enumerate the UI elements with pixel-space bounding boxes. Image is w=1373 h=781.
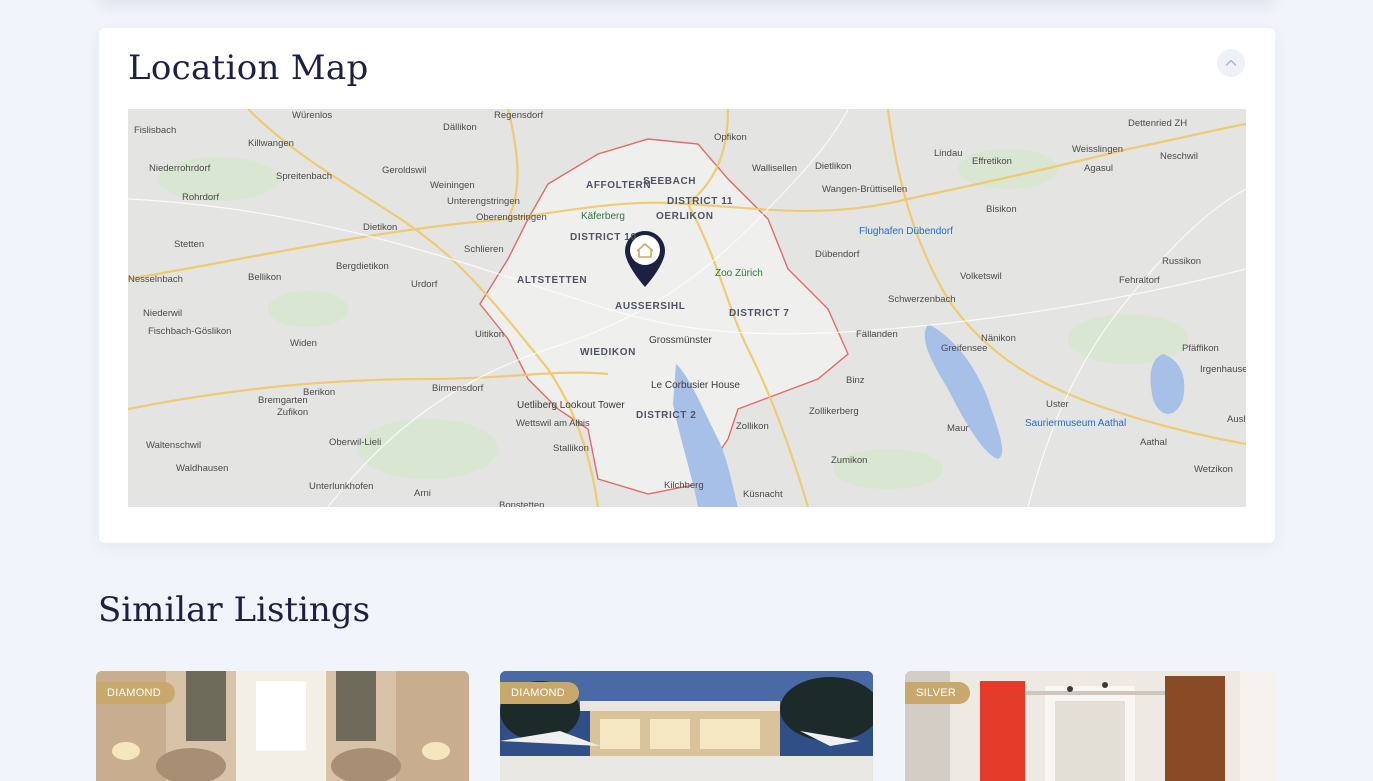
map-place-label: Dietlikon [815,161,852,172]
map-place-label: Waltenschwil [146,440,202,451]
listing-card[interactable]: SILVER [905,671,1278,781]
map-place-label: Uetliberg Lookout Tower [517,400,625,411]
location-map-card: Location Map Würenlos Regensdorf Dälliko… [99,28,1275,543]
map-place-label: Fehraltorf [1119,275,1160,286]
map-place-label: Weiningen [430,180,475,191]
map-place-label: Küsnacht [743,489,783,500]
map-place-label: Oberengstringen [476,212,547,223]
map-place-label: Zollikerberg [809,406,859,417]
map-place-label: Wettswil am Albis [516,418,590,429]
map-place-label: Regensdorf [494,110,544,121]
map-place-label: Lindau [934,148,963,159]
listing-card[interactable]: DIAMOND [500,671,873,781]
map-place-label: Arni [414,488,431,499]
map-place-label: Altstetten [517,275,588,286]
map-place-label: Agasul [1084,163,1114,174]
map-place-label: Niederrohrdorf [149,163,211,174]
map-place-label: Opfikon [714,132,747,143]
map-place-label: Bisikon [986,204,1017,215]
map-place-label: Uster [1046,399,1069,410]
map-place-label: Dettenried ZH [1128,118,1188,129]
map-place-label: District 11 [667,196,734,207]
map-place-label: Le Corbusier House [651,380,740,391]
map-place-label: Wallisellen [752,163,798,174]
map-place-label: Effretikon [972,156,1012,167]
map-place-label: Flughafen Dübendorf [859,226,953,237]
map-place-label: Aussersihl [615,301,686,312]
map-place-label: Berikon [303,387,336,398]
map-place-label: Greifensee [941,343,988,354]
map-place-label: Rohrdorf [182,192,219,203]
map-place-label: Wetzikon [1194,464,1233,475]
map-place-label: Oberwil-Lieli [329,437,382,448]
listing-card[interactable]: DIAMOND [96,671,469,781]
map-place-label: Schwerzenbach [888,294,956,305]
map-place-label: Bellikon [248,272,282,283]
map-place-label: Zumikon [831,455,868,466]
map-place-label: Kilchberg [664,480,704,491]
map-place-label: Killwangen [248,138,294,149]
map-place-label: District 2 [636,410,697,421]
map-place-label: Birmensdorf [432,383,484,394]
map-place-label: Stetten [174,239,205,250]
map-place-label: Pfäffikon [1182,343,1219,354]
map-place-label: Spreitenbach [276,171,332,182]
map-place-label: Weisslingen [1072,144,1124,155]
map-place-label: Fislisbach [134,125,177,136]
map-place-label: Binz [846,375,865,386]
map-place-label: Bremgarten [258,395,308,406]
map-place-label: Dällikon [443,122,477,133]
map-place-label: Neschwil [1160,151,1199,162]
map-place-label: Maur [947,423,969,434]
map-place-label: Zollikon [736,421,769,432]
map-place-label: Nesselnbach [128,274,183,285]
location-map[interactable]: Würenlos Regensdorf Dällikon Opfikon Dettenr… [128,109,1246,507]
map-place-label: Russikon [1162,256,1202,267]
map-place-label: Unterengstringen [447,196,520,207]
map-place-label: Dübendorf [815,249,860,260]
map-place-label: Käferberg [581,211,625,222]
map-place-label: Auslikon [1227,414,1246,425]
map-place-label: Bonstetten [499,500,545,507]
map-place-label: Dietikon [363,222,398,233]
map-place-label: Affoltern [586,180,652,191]
listing-badge: SILVER [905,682,971,704]
map-place-label: Stallikon [553,443,589,454]
map-place-label: Fischbach-Göslikon [148,326,232,337]
map-place-label: Bergdietikon [336,261,389,272]
map-place-label: Zufikon [277,407,309,418]
collapse-section-button[interactable] [1217,49,1245,77]
map-place-label: Wangen-Brüttisellen [822,184,908,195]
map-place-label: Waldhausen [176,463,229,474]
map-place-label: Würenlos [292,110,333,121]
map-place-label: Grossmünster [649,335,712,346]
map-place-label: Geroldswil [382,165,427,176]
map-place-label: Widen [290,338,317,349]
map-place-label: Uitikon [475,329,505,340]
map-place-label: Schlieren [464,244,504,255]
listing-badge: DIAMOND [500,682,580,704]
map-place-label: Sauriermuseum Aathal [1025,418,1127,429]
similar-listings-title: Similar Listings [98,590,371,630]
map-place-label: Aathal [1140,437,1167,448]
map-place-label: Irgenhausen [1200,364,1246,375]
map-place-label: Oerlikon [656,211,714,222]
map-place-label: District 10 [570,232,637,243]
map-place-label: Urdorf [411,279,438,290]
chevron-up-icon [1225,59,1237,66]
map-place-label: Niederwil [143,308,183,319]
map-place-label: Unterlunkhofen [309,481,374,492]
listing-badge: DIAMOND [96,682,176,704]
location-map-title: Location Map [128,48,369,88]
map-place-label: Wiedikon [580,347,636,358]
map-place-label: Volketswil [960,271,1002,282]
map-place-label: Zoo Zürich [715,268,763,279]
map-place-label: Fällanden [856,329,898,340]
map-place-label: District 7 [729,308,790,319]
